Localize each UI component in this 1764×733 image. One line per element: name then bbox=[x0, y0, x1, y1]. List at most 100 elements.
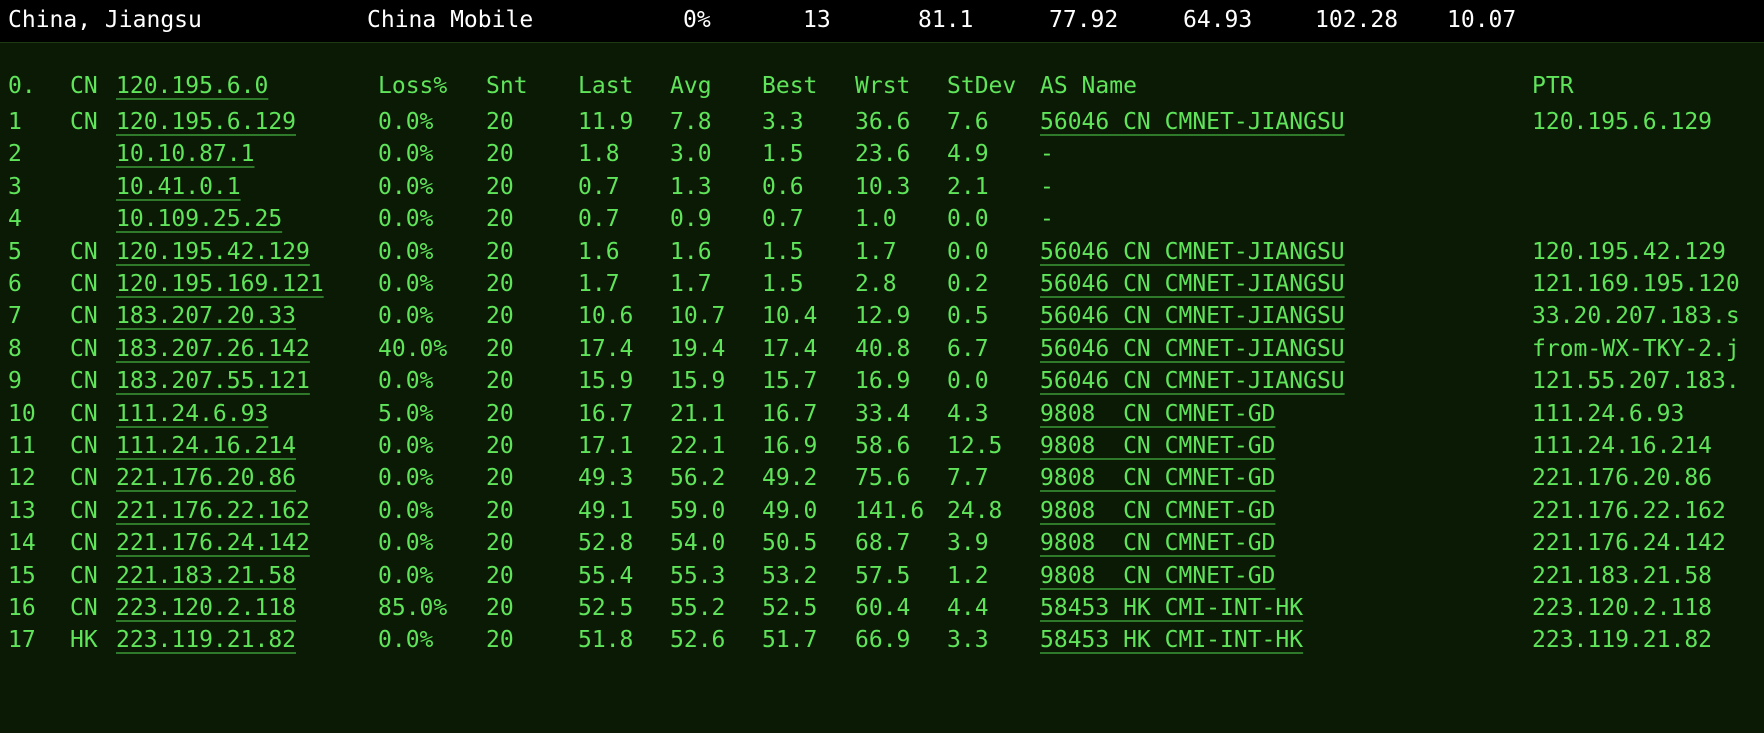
ip-link[interactable]: 221.183.21.58 bbox=[116, 563, 296, 589]
ptr-value: 221.176.24.142 bbox=[1532, 530, 1726, 557]
avg-value: 55.3 bbox=[670, 562, 726, 589]
snt-value: 20 bbox=[486, 368, 514, 395]
as-name-link[interactable]: 9808 CN CMNET-GD bbox=[1040, 401, 1275, 427]
ip-link[interactable]: 183.207.55.121 bbox=[116, 368, 310, 394]
last-value: 1.6 bbox=[578, 238, 620, 265]
header-best: Best bbox=[762, 73, 818, 99]
wrst-value: 58.6 bbox=[855, 433, 911, 459]
ip-link[interactable]: 223.120.2.118 bbox=[116, 595, 296, 621]
avg-value: 55.2 bbox=[670, 595, 726, 621]
as-name-link[interactable]: 58453 HK CMI-INT-HK bbox=[1040, 627, 1303, 653]
header-avg: Avg bbox=[670, 73, 712, 99]
hop-number: 5 bbox=[8, 238, 22, 265]
as-name-link[interactable]: 58453 HK CMI-INT-HK bbox=[1040, 595, 1303, 621]
as-name-link: - bbox=[1040, 141, 1054, 168]
ip-link[interactable]: 120.195.42.129 bbox=[116, 239, 310, 265]
ptr-value: 221.183.21.58 bbox=[1532, 562, 1713, 589]
hop-number: 4 bbox=[8, 206, 22, 233]
country-code: CN bbox=[70, 109, 98, 135]
header-snt: Snt bbox=[486, 73, 528, 99]
last-value: 52.5 bbox=[578, 595, 634, 621]
stdev-value: 4.9 bbox=[947, 141, 989, 168]
as-name-link[interactable]: 9808 CN CMNET-GD bbox=[1040, 433, 1275, 459]
ip-link[interactable]: 221.176.22.162 bbox=[116, 498, 310, 524]
country-code: CN bbox=[70, 433, 98, 459]
as-name-link[interactable]: 9808 CN CMNET-GD bbox=[1040, 465, 1275, 491]
ip-link[interactable]: 221.176.24.142 bbox=[116, 530, 310, 556]
stdev-value: 0.2 bbox=[947, 271, 989, 297]
hop-number: 14 bbox=[8, 530, 36, 557]
best-value: 52.5 bbox=[762, 595, 818, 621]
snt-value: 20 bbox=[486, 303, 514, 330]
snt-value: 20 bbox=[486, 562, 514, 589]
table-row: 16 CN 223.120.2.118 85.0% 20 52.5 55.2 52.5 60.4… bbox=[0, 591, 1764, 627]
wrst-value: 16.9 bbox=[855, 368, 911, 395]
as-name-link[interactable]: 56046 CN CMNET-JIANGSU bbox=[1040, 239, 1345, 265]
hop-number: 10 bbox=[8, 400, 36, 427]
stdev-value: 0.0 bbox=[947, 368, 989, 395]
as-name-link[interactable]: 56046 CN CMNET-JIANGSU bbox=[1040, 109, 1345, 135]
last-value: 0.7 bbox=[578, 206, 620, 233]
ptr-value: from-WX-TKY-2.j bbox=[1532, 335, 1740, 362]
as-name-link: - bbox=[1040, 173, 1054, 200]
wrst-value: 141.6 bbox=[855, 497, 925, 524]
header-as-name: AS Name bbox=[1040, 73, 1137, 99]
wrst-value: 60.4 bbox=[855, 595, 911, 621]
stdev-value: 4.3 bbox=[947, 400, 989, 427]
table-row: 2 10.10.87.1 0.0% 20 1.8 3.0 1.5 23.6 4.9 - bbox=[0, 137, 1764, 173]
avg-value: 22.1 bbox=[670, 433, 726, 459]
snt-value: 20 bbox=[486, 173, 514, 200]
loss-value: 0.0% bbox=[378, 465, 434, 492]
country-code: CN bbox=[70, 400, 98, 427]
loss-value: 0.0% bbox=[378, 303, 434, 330]
country-code: CN bbox=[70, 562, 98, 589]
avg-value: 1.3 bbox=[670, 173, 712, 200]
header-ip-link[interactable]: 120.195.6.0 bbox=[116, 73, 268, 99]
as-name-link[interactable]: 56046 CN CMNET-JIANGSU bbox=[1040, 271, 1345, 297]
ip-link[interactable]: 111.24.6.93 bbox=[116, 401, 268, 427]
avg-value: 52.6 bbox=[670, 627, 726, 654]
ip-link[interactable]: 10.41.0.1 bbox=[116, 174, 241, 200]
as-name-link[interactable]: 56046 CN CMNET-JIANGSU bbox=[1040, 368, 1345, 394]
avg-value: 10.7 bbox=[670, 303, 726, 330]
loss-value: 0.0% bbox=[378, 271, 434, 297]
summary-bar: China, Jiangsu China Mobile 0% 13 81.1 7… bbox=[0, 0, 1764, 43]
ip-link[interactable]: 111.24.16.214 bbox=[116, 433, 296, 459]
as-name-link: - bbox=[1040, 206, 1054, 233]
header-stdev: StDev bbox=[947, 73, 1017, 99]
loss-value: 0.0% bbox=[378, 173, 434, 200]
ip-link[interactable]: 120.195.169.121 bbox=[116, 271, 324, 297]
snt-value: 20 bbox=[486, 238, 514, 265]
table-row: 3 10.41.0.1 0.0% 20 0.7 1.3 0.6 10.3 2.1 - bbox=[0, 170, 1764, 206]
snt-value: 20 bbox=[486, 627, 514, 654]
ip-link[interactable]: 10.109.25.25 bbox=[116, 206, 282, 232]
ip-link[interactable]: 221.176.20.86 bbox=[116, 465, 296, 491]
best-value: 16.9 bbox=[762, 433, 818, 459]
stdev-value: 0.0 bbox=[947, 206, 989, 233]
as-name-link[interactable]: 9808 CN CMNET-GD bbox=[1040, 498, 1275, 524]
ip-link[interactable]: 120.195.6.129 bbox=[116, 109, 296, 135]
ip-link[interactable]: 223.119.21.82 bbox=[116, 627, 296, 653]
loss-value: 85.0% bbox=[378, 595, 448, 621]
header-country: CN bbox=[70, 73, 98, 99]
avg-value: 56.2 bbox=[670, 465, 726, 492]
best-value: 3.3 bbox=[762, 109, 804, 135]
as-name-link[interactable]: 56046 CN CMNET-JIANGSU bbox=[1040, 336, 1345, 362]
snt-value: 20 bbox=[486, 595, 514, 621]
hop-number: 12 bbox=[8, 465, 36, 492]
avg-value: 21.1 bbox=[670, 400, 726, 427]
ptr-value: 223.120.2.118 bbox=[1532, 595, 1713, 621]
hop-number: 7 bbox=[8, 303, 22, 330]
hop-number: 6 bbox=[8, 271, 22, 297]
wrst-value: 75.6 bbox=[855, 465, 911, 492]
as-name-link[interactable]: 56046 CN CMNET-JIANGSU bbox=[1040, 303, 1345, 329]
as-name-link[interactable]: 9808 CN CMNET-GD bbox=[1040, 563, 1275, 589]
best-value: 1.5 bbox=[762, 238, 804, 265]
ip-link[interactable]: 183.207.26.142 bbox=[116, 336, 310, 362]
ip-link[interactable]: 183.207.20.33 bbox=[116, 303, 296, 329]
last-value: 49.1 bbox=[578, 497, 634, 524]
ip-link[interactable]: 10.10.87.1 bbox=[116, 141, 254, 167]
last-value: 10.6 bbox=[578, 303, 634, 330]
table-row: 1 CN 120.195.6.129 0.0% 20 11.9 7.8 3.3 36.6 7.6 5… bbox=[0, 105, 1764, 141]
as-name-link[interactable]: 9808 CN CMNET-GD bbox=[1040, 530, 1275, 556]
